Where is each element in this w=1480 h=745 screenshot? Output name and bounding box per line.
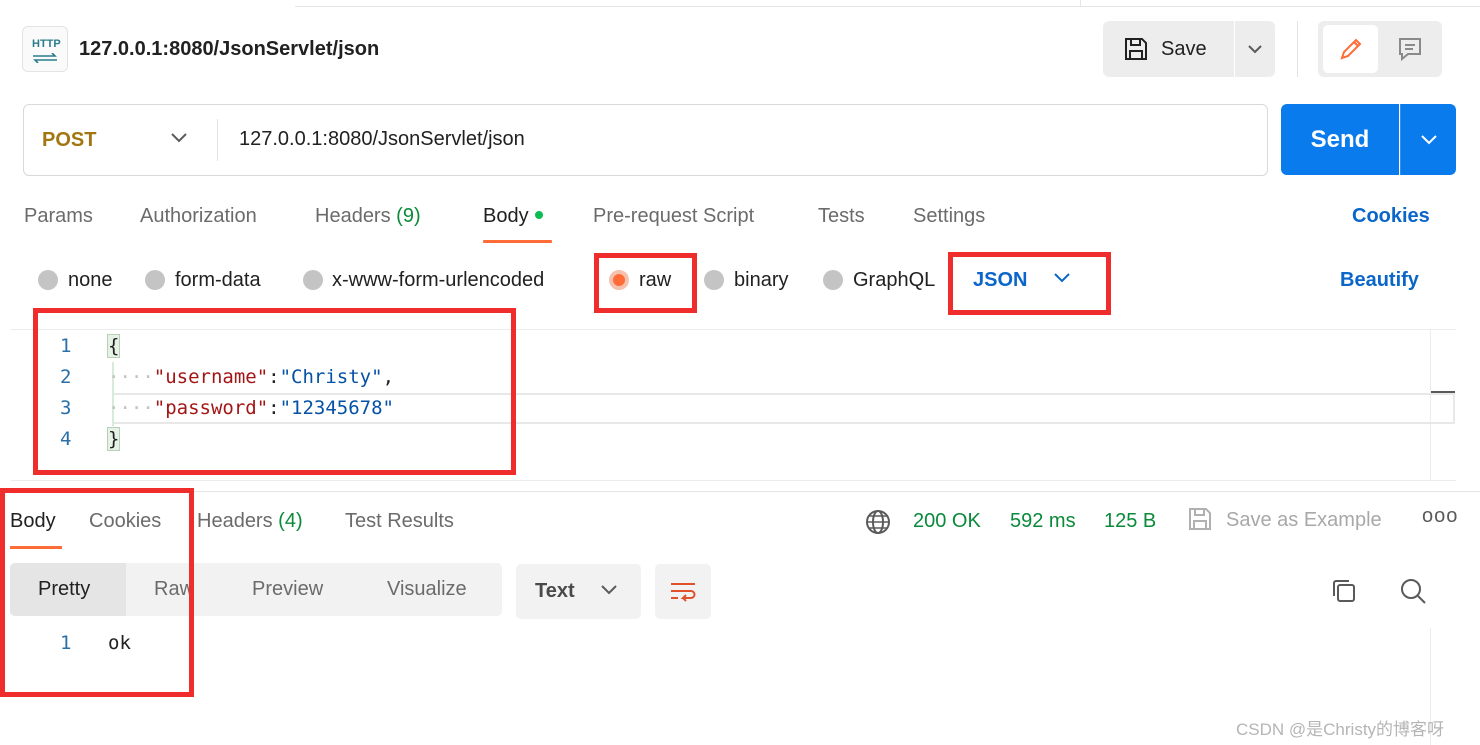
url-input[interactable]: 127.0.0.1:8080/JsonServlet/json [239, 128, 525, 151]
send-button[interactable]: Send [1281, 104, 1399, 175]
globe-icon[interactable] [865, 509, 891, 535]
radio-binary-label[interactable]: binary [734, 269, 788, 292]
chevron-down-icon [1420, 134, 1437, 144]
cookies-link[interactable]: Cookies [1352, 205, 1430, 228]
request-title[interactable]: 127.0.0.1:8080/JsonServlet/json [79, 38, 379, 61]
more-options-button[interactable]: ooo [1422, 505, 1458, 528]
active-tab-indicator [483, 240, 552, 243]
chevron-down-icon[interactable] [170, 132, 188, 144]
body-modified-dot [534, 210, 543, 219]
radio-form-data-label[interactable]: form-data [175, 269, 261, 292]
save-label: Save [1161, 37, 1207, 60]
save-icon [1189, 508, 1211, 530]
tab-body[interactable]: Body [483, 205, 543, 228]
response-format-label[interactable]: Text [535, 580, 575, 603]
save-as-example-button[interactable]: Save as Example [1226, 509, 1382, 532]
view-preview-button[interactable]: Preview [252, 578, 323, 601]
radio-graphql[interactable] [823, 270, 843, 290]
tab-tests[interactable]: Tests [818, 205, 865, 228]
response-size[interactable]: 125 B [1104, 510, 1156, 533]
radio-none-label[interactable]: none [68, 269, 113, 292]
wrap-icon [671, 582, 696, 602]
chevron-down-icon [1248, 45, 1262, 54]
highlight-box-editor [33, 308, 516, 475]
tab-headers[interactable]: Headers (9) [315, 205, 421, 228]
search-icon[interactable] [1399, 577, 1427, 605]
divider [1297, 21, 1298, 77]
view-visualize-button[interactable]: Visualize [387, 578, 467, 601]
save-button[interactable]: Save [1103, 21, 1234, 77]
wrap-lines-button[interactable] [655, 564, 711, 619]
pencil-icon [1339, 38, 1361, 60]
response-time[interactable]: 592 ms [1010, 510, 1076, 533]
highlight-box-response [0, 488, 194, 697]
radio-binary[interactable] [704, 270, 724, 290]
divider [217, 119, 218, 161]
documentation-mode-button[interactable] [1382, 25, 1437, 73]
radio-none[interactable] [38, 270, 58, 290]
radio-graphql-label[interactable]: GraphQL [853, 269, 935, 292]
method-select[interactable]: POST [42, 129, 96, 152]
save-options-button[interactable] [1235, 21, 1275, 77]
tab-params[interactable]: Params [24, 205, 93, 228]
tab-settings[interactable]: Settings [913, 205, 985, 228]
highlight-box-json [948, 252, 1111, 315]
highlight-box-raw [594, 253, 697, 313]
beautify-button[interactable]: Beautify [1340, 269, 1419, 292]
chevron-down-icon[interactable] [600, 584, 618, 596]
radio-urlencoded[interactable] [303, 270, 323, 290]
response-status[interactable]: 200 OK [913, 510, 981, 533]
tab-pre-request-script[interactable]: Pre-request Script [593, 205, 754, 228]
radio-urlencoded-label[interactable]: x-www-form-urlencoded [332, 269, 544, 292]
top-tab-strip [295, 0, 1480, 7]
watermark: CSDN @是Christy的博客呀 [1236, 720, 1445, 739]
response-divider[interactable] [0, 491, 1480, 492]
tab-authorization[interactable]: Authorization [140, 205, 257, 228]
edit-mode-button[interactable] [1323, 25, 1378, 73]
copy-icon[interactable] [1331, 578, 1357, 604]
save-icon [1125, 38, 1147, 60]
send-options-button[interactable] [1400, 104, 1456, 175]
radio-form-data[interactable] [145, 270, 165, 290]
response-tab-test-results[interactable]: Test Results [345, 510, 454, 533]
response-tab-headers[interactable]: Headers (4) [197, 510, 303, 533]
url-bar [23, 104, 1268, 176]
comment-icon [1398, 38, 1421, 62]
http-request-icon: HTTP [22, 26, 68, 72]
